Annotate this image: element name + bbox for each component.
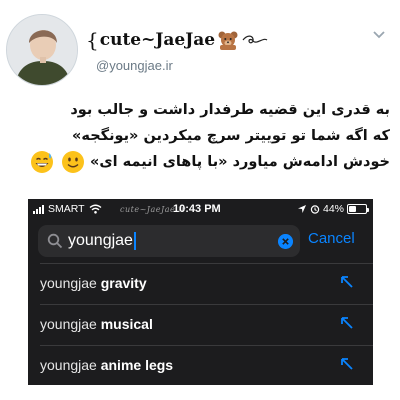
grinning-sweat-face-icon	[30, 151, 53, 173]
suggestion-prefix: youngjae	[40, 357, 97, 373]
search-query: youngjae	[68, 232, 133, 249]
divider	[40, 263, 373, 264]
suggestion-prefix: youngjae	[40, 275, 97, 291]
clear-search-icon[interactable]	[278, 234, 293, 249]
divider	[40, 304, 373, 305]
status-bar-right: 44%	[297, 203, 369, 215]
status-bar-left: SMART	[33, 203, 102, 215]
display-name[interactable]: { cute~JaeJae	[86, 28, 269, 52]
tweet-text: به قدری این قضیه طرفدار داشت و جالب بود …	[6, 97, 390, 175]
suggestion-completion: anime legs	[96, 357, 174, 373]
signal-strength-icon	[33, 204, 45, 214]
cancel-button[interactable]: Cancel	[308, 230, 355, 247]
fill-suggestion-arrow-icon[interactable]	[340, 357, 354, 371]
chevron-down-icon[interactable]	[372, 30, 386, 40]
battery-fill	[349, 206, 357, 212]
divider	[40, 345, 373, 346]
battery-nub	[367, 208, 369, 212]
suggestion-prefix: youngjae	[40, 316, 97, 332]
alarm-clock-icon	[310, 205, 320, 214]
teddy-bear-icon	[218, 31, 238, 50]
tweet-text-line: خودش ادامه‌ش میاورد «با پاهای انیمه ای»	[90, 154, 390, 170]
suggestion-item[interactable]: youngjae musical	[28, 304, 373, 345]
battery-percent: 44%	[322, 203, 344, 215]
suggestion-item[interactable]: youngjae gravity	[28, 263, 373, 304]
suggestion-item[interactable]: youngjae anime legs	[28, 345, 373, 385]
location-arrow-icon	[297, 205, 306, 213]
user-handle[interactable]: @youngjae.ir	[96, 58, 173, 73]
display-name-text: cute~JaeJae	[99, 30, 216, 50]
swirl-flourish-icon	[242, 35, 268, 44]
search-icon	[47, 233, 63, 249]
avatar[interactable]	[6, 14, 78, 86]
suggestion-completion: gravity	[96, 275, 147, 291]
status-time: 10:43 PM	[173, 203, 221, 215]
search-bar[interactable]: youngjae	[38, 225, 300, 257]
suggestion-text: youngjae anime legs	[40, 357, 173, 373]
text-cursor	[133, 232, 136, 250]
wifi-icon	[89, 204, 102, 214]
carrier-name: SMART	[48, 203, 85, 215]
slightly-smiling-face-icon	[61, 151, 84, 173]
search-suggestions: youngjae gravity youngjae musical youngj…	[28, 263, 373, 385]
search-input[interactable]: youngjae	[68, 229, 263, 253]
battery-icon	[347, 204, 369, 214]
fill-suggestion-arrow-icon[interactable]	[340, 316, 354, 330]
fill-suggestion-arrow-icon[interactable]	[340, 275, 354, 289]
suggestion-text: youngjae gravity	[40, 275, 147, 291]
search-screenshot: SMART cute~JaeJae.ir 10:43 PM 44% youngj…	[28, 199, 373, 385]
flourish-glyph: {	[86, 28, 99, 52]
tweet-text-line: به قدری این قضیه طرفدار داشت و جالب بود	[70, 102, 390, 118]
tweet-text-line-with-emojis: خودش ادامه‌ش میاورد «با پاهای انیمه ای»	[6, 149, 390, 175]
suggestion-completion: musical	[96, 316, 153, 332]
tweet-text-line: که اگه شما تو توییتر سرچ میکردین «یونگجه…	[72, 128, 390, 144]
suggestion-text: youngjae musical	[40, 316, 153, 332]
status-bar: SMART cute~JaeJae.ir 10:43 PM 44%	[28, 199, 373, 219]
tweet-header: { cute~JaeJae @youngjae.ir	[0, 0, 400, 95]
